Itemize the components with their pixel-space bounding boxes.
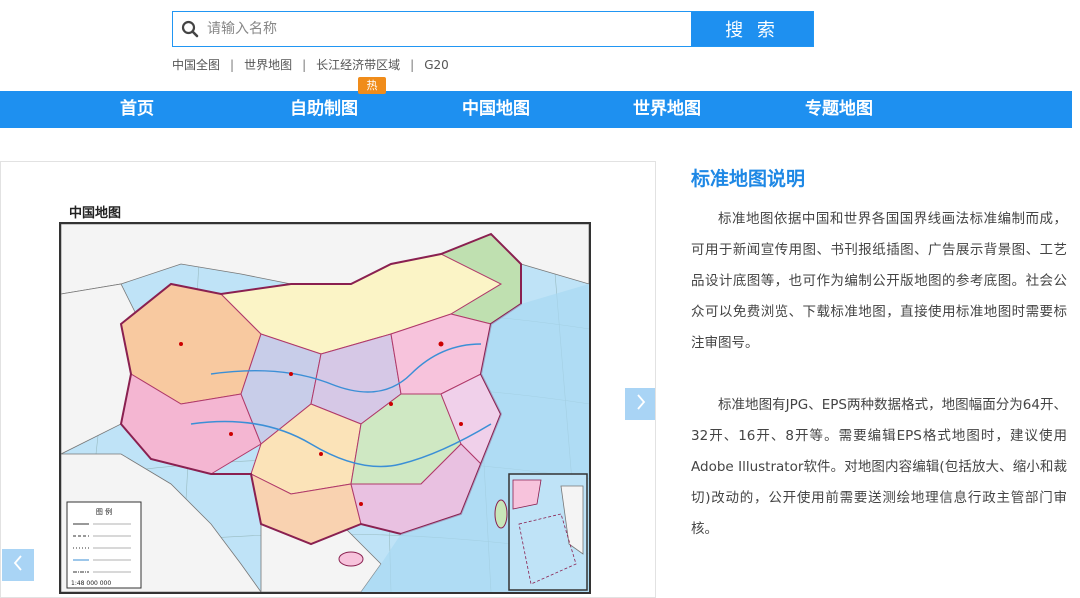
- quick-link-separator: |: [230, 57, 235, 72]
- carousel-prev-button[interactable]: [2, 549, 34, 581]
- description-body: 标准地图依据中国和世界各国国界线画法标准编制而成，可用于新闻宣传用图、书刊报纸插…: [691, 204, 1067, 545]
- nav-item-home[interactable]: 首页: [120, 91, 154, 128]
- china-map-image[interactable]: 图 例 1:48 000 000: [59, 222, 591, 594]
- nav-item-thematic-map[interactable]: 专题地图: [805, 91, 873, 128]
- quick-links: 中国全图 | 世界地图 | 长江经济带区域 | G20: [172, 56, 449, 73]
- map-title: 中国地图: [69, 206, 122, 221]
- quick-link-separator: |: [302, 57, 307, 72]
- description-paragraph: 标准地图依据中国和世界各国国界线画法标准编制而成，可用于新闻宣传用图、书刊报纸插…: [691, 211, 1067, 351]
- map-legend-title: 图 例: [96, 507, 112, 516]
- search-button[interactable]: 搜 索: [691, 12, 813, 46]
- main-nav: 首页 自助制图 中国地图 世界地图 专题地图: [0, 91, 1072, 128]
- map-scale: 1:48 000 000: [71, 580, 111, 587]
- map-carousel: 中国地图 图 例 1:48 000 000: [0, 161, 656, 598]
- carousel-next-button[interactable]: [625, 388, 655, 420]
- description-title: 标准地图说明: [691, 168, 806, 190]
- quick-link-g20[interactable]: G20: [424, 58, 449, 72]
- chevron-left-icon: [12, 555, 24, 575]
- search-input[interactable]: [207, 12, 691, 46]
- hot-badge: 热: [358, 77, 386, 94]
- description-paragraph: 标准地图有JPG、EPS两种数据格式，地图幅面分为64开、32开、16开、8开等…: [691, 397, 1067, 537]
- nav-item-world-map[interactable]: 世界地图: [633, 91, 701, 128]
- nav-item-self-mapping[interactable]: 自助制图: [290, 91, 358, 128]
- quick-link-world-map[interactable]: 世界地图: [244, 56, 292, 73]
- search-bar: 搜 索: [172, 11, 814, 47]
- quick-link-china-map[interactable]: 中国全图: [172, 56, 220, 73]
- chevron-right-icon: [635, 394, 647, 414]
- search-icon: [173, 12, 207, 46]
- quick-link-yangtze-belt[interactable]: 长江经济带区域: [316, 56, 400, 73]
- nav-item-china-map[interactable]: 中国地图: [462, 91, 530, 128]
- china-map-graphic: 图 例 1:48 000 000: [61, 224, 589, 592]
- quick-link-separator: |: [410, 57, 415, 72]
